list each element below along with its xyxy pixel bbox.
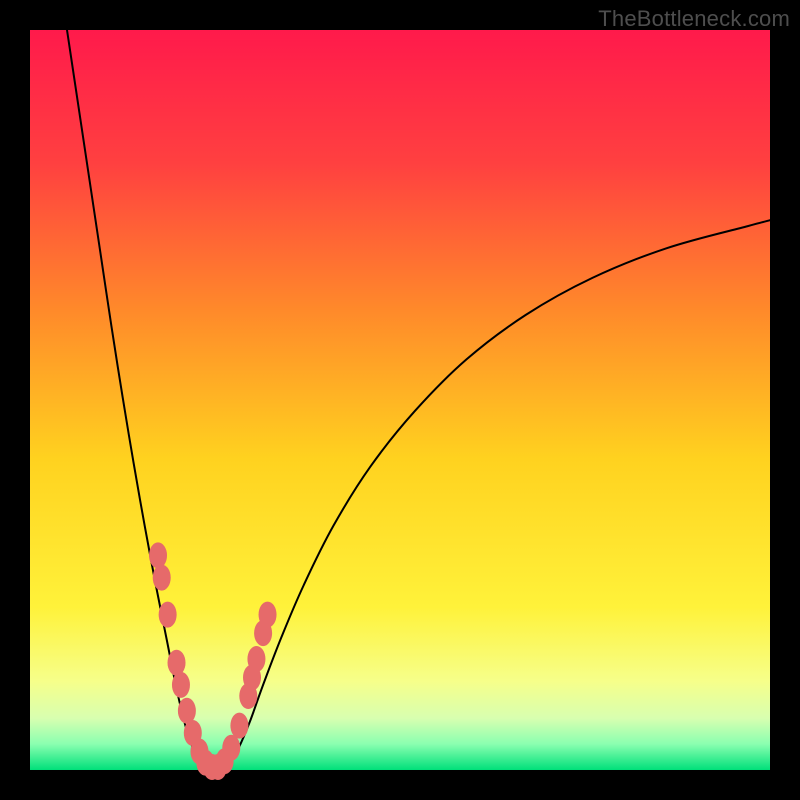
- data-marker: [230, 713, 248, 739]
- marker-layer: [149, 542, 277, 780]
- data-marker: [259, 602, 277, 628]
- curve-right-branch: [222, 220, 770, 768]
- data-marker: [168, 650, 186, 676]
- chart-svg: [30, 30, 770, 770]
- data-marker: [172, 672, 190, 698]
- watermark-text: TheBottleneck.com: [598, 6, 790, 32]
- data-marker: [247, 646, 265, 672]
- data-marker: [222, 735, 240, 761]
- data-marker: [178, 698, 196, 724]
- data-marker: [149, 542, 167, 568]
- data-marker: [153, 565, 171, 591]
- chart-frame: TheBottleneck.com: [0, 0, 800, 800]
- curve-left-branch: [67, 30, 208, 769]
- data-marker: [159, 602, 177, 628]
